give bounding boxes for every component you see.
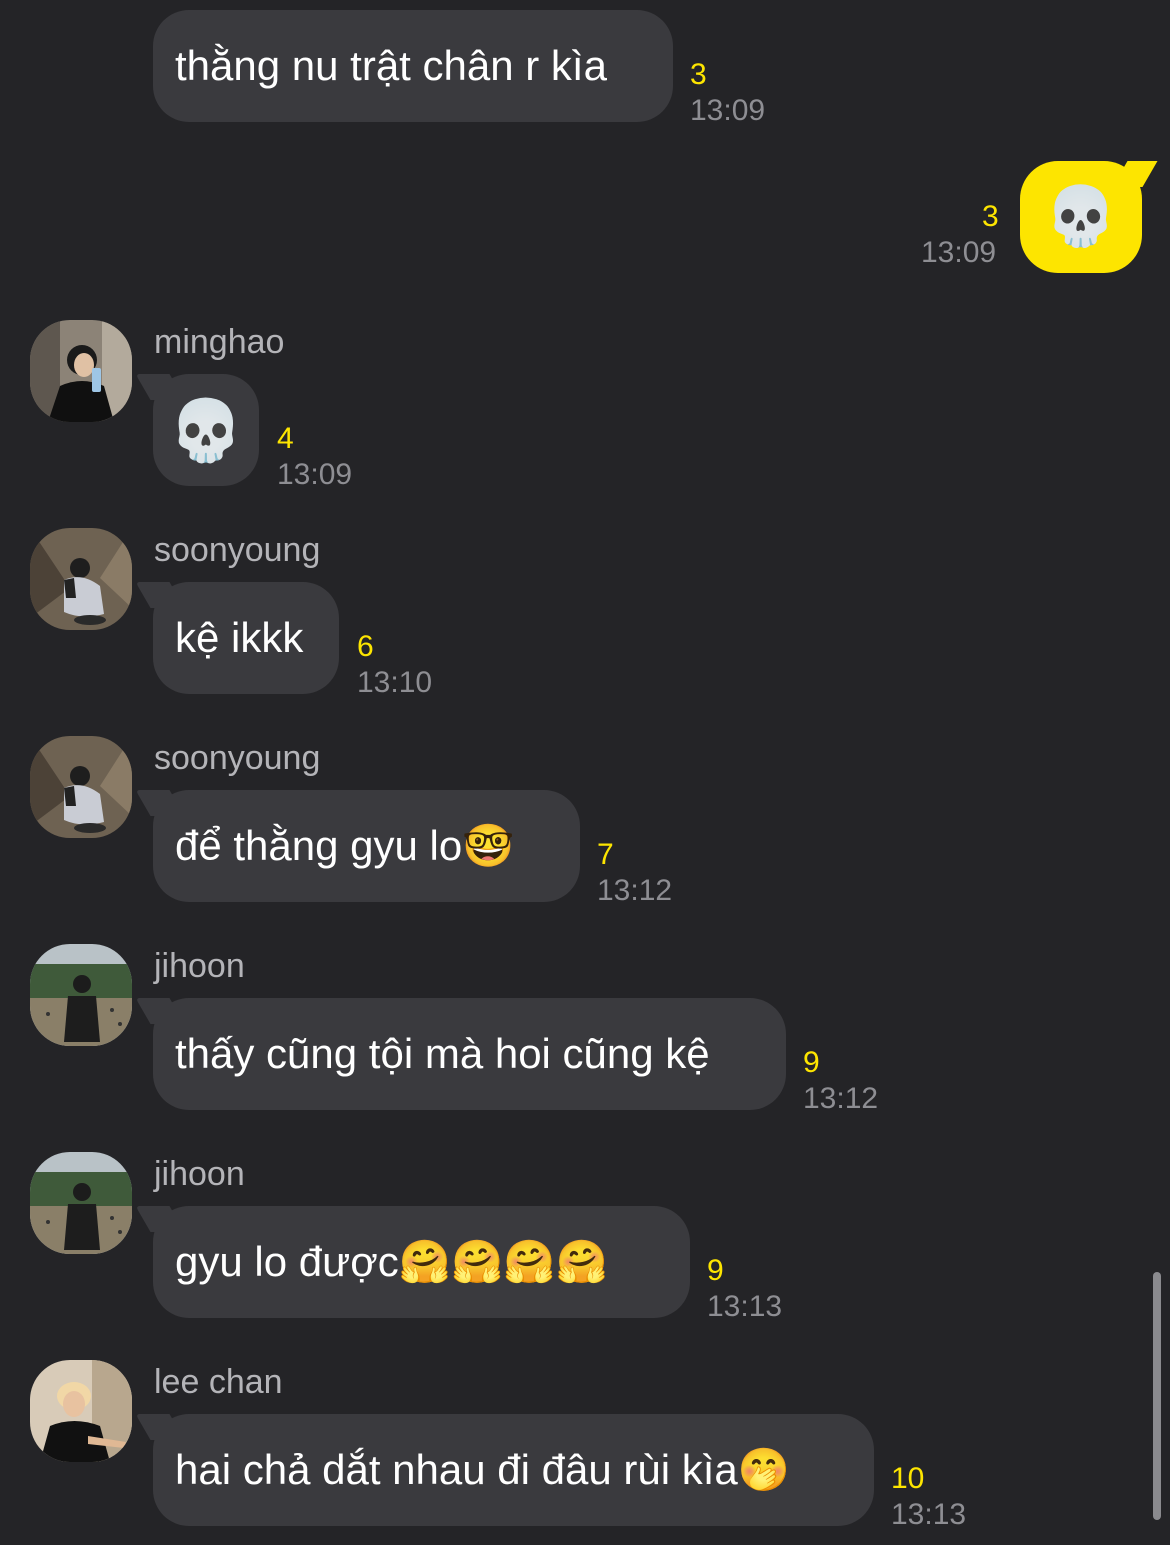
- skull-emoji: 💀: [168, 396, 244, 464]
- skull-emoji: 💀: [1044, 184, 1118, 249]
- message-time: 13:10: [357, 666, 433, 699]
- unread-count: 9: [707, 1254, 724, 1287]
- message-text: gyu lo được🤗🤗🤗🤗: [175, 1237, 608, 1285]
- my-message-bubble[interactable]: 💀: [1020, 161, 1142, 273]
- message-bubble[interactable]: thằng nu trật chân r kìa: [153, 10, 673, 122]
- message-bubble[interactable]: gyu lo được🤗🤗🤗🤗: [153, 1206, 690, 1318]
- message-time: 13:13: [707, 1290, 783, 1323]
- message-time: 13:12: [597, 874, 673, 907]
- unread-count: 7: [597, 838, 614, 871]
- message-text: thấy cũng tội mà hoi cũng kệ: [175, 1030, 710, 1077]
- unread-count: 3: [690, 58, 707, 91]
- avatar-photo-icon[interactable]: [30, 320, 132, 422]
- message-bubble[interactable]: hai chả dắt nhau đi đâu rùi kìa🤭: [153, 1414, 874, 1526]
- unread-count: 9: [803, 1046, 820, 1079]
- message-bubble[interactable]: 💀: [153, 374, 259, 486]
- avatar-photo-icon[interactable]: [30, 944, 132, 1046]
- message-bubble[interactable]: để thằng gyu lo🤓: [153, 790, 580, 902]
- avatar-photo-icon[interactable]: [30, 1360, 132, 1462]
- unread-count: 6: [357, 630, 374, 663]
- message-text: để thằng gyu lo🤓: [175, 821, 515, 869]
- message-time: 13:12: [803, 1082, 879, 1115]
- sender-name: minghao: [154, 323, 285, 361]
- scrollbar[interactable]: [1153, 1272, 1161, 1520]
- message-bubble[interactable]: kệ ikkk: [153, 582, 339, 694]
- message-time: 13:13: [891, 1498, 967, 1531]
- avatar-photo-icon[interactable]: [30, 736, 132, 838]
- unread-count: 3: [982, 200, 999, 233]
- unread-count: 10: [891, 1462, 925, 1495]
- sender-name: lee chan: [154, 1363, 283, 1401]
- message-time: 13:09: [690, 94, 766, 127]
- message-text: kệ ikkk: [175, 614, 304, 661]
- message-text: hai chả dắt nhau đi đâu rùi kìa🤭: [175, 1445, 791, 1493]
- sender-name: soonyoung: [154, 739, 321, 777]
- sender-name: jihoon: [154, 947, 245, 985]
- sender-name: jihoon: [154, 1155, 245, 1193]
- avatar-photo-icon[interactable]: [30, 1152, 132, 1254]
- message-time: 13:09: [277, 458, 353, 491]
- avatar-photo-icon[interactable]: [30, 528, 132, 630]
- message-text: thằng nu trật chân r kìa: [175, 42, 607, 89]
- message-time: 13:09: [921, 236, 997, 269]
- unread-count: 4: [277, 422, 294, 455]
- sender-name: soonyoung: [154, 531, 321, 569]
- message-bubble[interactable]: thấy cũng tội mà hoi cũng kệ: [153, 998, 786, 1110]
